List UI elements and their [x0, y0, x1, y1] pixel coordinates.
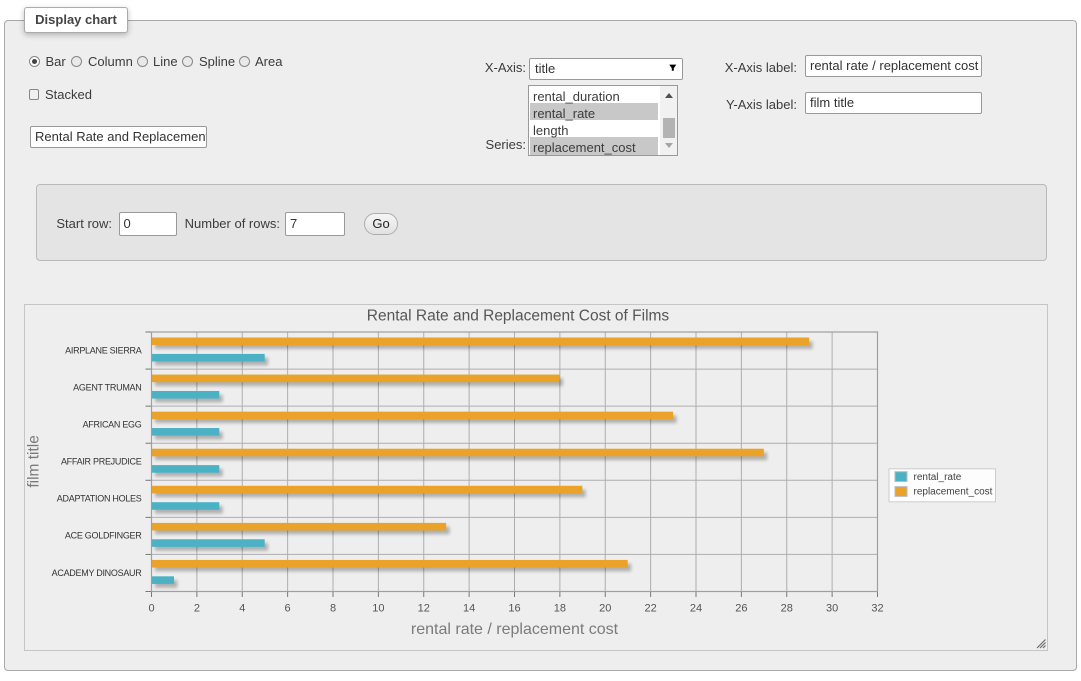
svg-text:24: 24 — [690, 602, 702, 614]
svg-text:2: 2 — [194, 602, 200, 614]
svg-text:12: 12 — [418, 602, 430, 614]
svg-text:0: 0 — [148, 602, 154, 614]
svg-text:10: 10 — [372, 602, 384, 614]
svg-text:18: 18 — [554, 602, 566, 614]
svg-text:AGENT TRUMAN: AGENT TRUMAN — [73, 382, 141, 392]
svg-text:replacement_cost: replacement_cost — [914, 487, 993, 498]
svg-text:film title: film title — [26, 435, 43, 488]
svg-text:AFFAIR PREJUDICE: AFFAIR PREJUDICE — [61, 457, 142, 467]
svg-text:AFRICAN EGG: AFRICAN EGG — [83, 420, 142, 430]
svg-text:14: 14 — [463, 602, 475, 614]
svg-text:rental_rate: rental_rate — [914, 472, 962, 483]
svg-text:ACE GOLDFINGER: ACE GOLDFINGER — [65, 531, 142, 541]
svg-text:28: 28 — [781, 602, 793, 614]
svg-text:rental rate / replacement cost: rental rate / replacement cost — [411, 621, 619, 638]
svg-text:AIRPLANE SIERRA: AIRPLANE SIERRA — [65, 345, 142, 355]
svg-text:30: 30 — [826, 602, 838, 614]
svg-text:Rental Rate and Replacement Co: Rental Rate and Replacement Cost of Film… — [367, 308, 670, 325]
svg-text:20: 20 — [599, 602, 611, 614]
svg-text:ACADEMY DINOSAUR: ACADEMY DINOSAUR — [52, 568, 143, 578]
svg-text:16: 16 — [508, 602, 520, 614]
svg-text:6: 6 — [285, 602, 291, 614]
svg-text:8: 8 — [330, 602, 336, 614]
svg-text:32: 32 — [871, 602, 883, 614]
svg-text:ADAPTATION HOLES: ADAPTATION HOLES — [57, 494, 142, 504]
svg-text:22: 22 — [644, 602, 656, 614]
svg-text:26: 26 — [735, 602, 747, 614]
svg-text:4: 4 — [239, 602, 245, 614]
